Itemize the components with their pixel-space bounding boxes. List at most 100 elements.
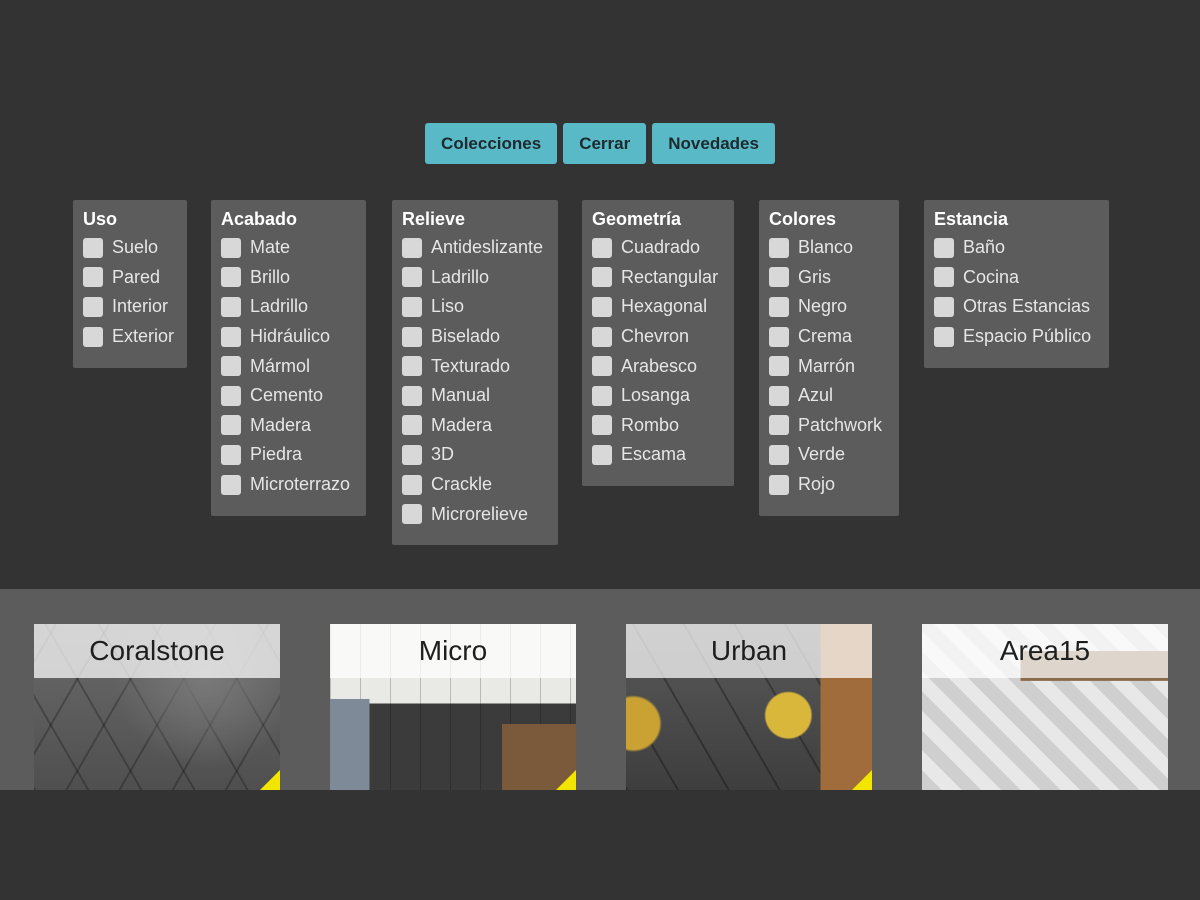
collection-card-coralstone[interactable]: Coralstone: [34, 624, 280, 790]
filter-option[interactable]: Rombo: [592, 411, 724, 441]
filter-option[interactable]: Rectangular: [592, 263, 724, 293]
checkbox[interactable]: [83, 296, 103, 317]
checkbox[interactable]: [592, 237, 612, 258]
filter-option[interactable]: Losanga: [592, 381, 724, 411]
collection-card-micro[interactable]: Micro: [330, 624, 576, 790]
checkbox[interactable]: [769, 474, 789, 495]
checkbox[interactable]: [769, 326, 789, 347]
checkbox[interactable]: [402, 474, 422, 495]
checkbox[interactable]: [934, 296, 954, 317]
filter-option[interactable]: Piedra: [221, 440, 356, 470]
checkbox[interactable]: [592, 267, 612, 288]
checkbox[interactable]: [592, 296, 612, 317]
filter-option[interactable]: Rojo: [769, 470, 889, 500]
checkbox[interactable]: [221, 415, 241, 436]
option-label: Marrón: [798, 355, 856, 376]
checkbox[interactable]: [592, 415, 612, 436]
filter-option[interactable]: Blanco: [769, 233, 889, 263]
filter-panel-uso: Uso Suelo Pared Interior Exterior: [73, 200, 187, 368]
filter-option[interactable]: Escama: [592, 440, 724, 470]
checkbox[interactable]: [83, 326, 103, 347]
checkbox[interactable]: [769, 356, 789, 377]
filter-option[interactable]: Patchwork: [769, 411, 889, 441]
filter-option-interior[interactable]: Interior: [83, 292, 177, 322]
filter-option[interactable]: Arabesco: [592, 351, 724, 381]
checkbox[interactable]: [221, 474, 241, 495]
filter-option[interactable]: 3D: [402, 440, 548, 470]
filter-option[interactable]: Madera: [221, 411, 356, 441]
filter-option[interactable]: Brillo: [221, 263, 356, 293]
checkbox[interactable]: [402, 326, 422, 347]
option-label: Cocina: [963, 266, 1020, 287]
filter-option-suelo[interactable]: Suelo: [83, 233, 177, 263]
cerrar-button[interactable]: Cerrar: [563, 123, 647, 164]
checkbox[interactable]: [221, 237, 241, 258]
filter-option[interactable]: Biselado: [402, 322, 548, 352]
novedades-button[interactable]: Novedades: [652, 123, 775, 164]
filter-option[interactable]: Hidráulico: [221, 322, 356, 352]
filter-option[interactable]: Microrelieve: [402, 499, 548, 529]
filter-option[interactable]: Madera: [402, 411, 548, 441]
filter-option[interactable]: Ladrillo: [221, 292, 356, 322]
filter-option[interactable]: Cemento: [221, 381, 356, 411]
filter-option[interactable]: Negro: [769, 292, 889, 322]
checkbox[interactable]: [83, 267, 103, 288]
checkbox[interactable]: [934, 267, 954, 288]
checkbox[interactable]: [402, 415, 422, 436]
checkbox[interactable]: [402, 267, 422, 288]
checkbox[interactable]: [592, 356, 612, 377]
filter-option[interactable]: Antideslizante: [402, 233, 548, 263]
collection-card-area15[interactable]: Area15: [922, 624, 1168, 790]
checkbox[interactable]: [402, 296, 422, 317]
filter-option[interactable]: Verde: [769, 440, 889, 470]
filter-option[interactable]: Manual: [402, 381, 548, 411]
checkbox[interactable]: [221, 267, 241, 288]
checkbox[interactable]: [769, 237, 789, 258]
checkbox[interactable]: [402, 385, 422, 406]
checkbox[interactable]: [402, 356, 422, 377]
filter-option[interactable]: Espacio Público: [934, 322, 1099, 352]
option-label: 3D: [431, 444, 455, 465]
checkbox[interactable]: [934, 237, 954, 258]
collection-card-urban[interactable]: Urban: [626, 624, 872, 790]
filter-option[interactable]: Gris: [769, 263, 889, 293]
filter-option[interactable]: Ladrillo: [402, 263, 548, 293]
colecciones-button[interactable]: Colecciones: [425, 123, 558, 164]
filter-option[interactable]: Mármol: [221, 351, 356, 381]
checkbox[interactable]: [934, 326, 954, 347]
filter-option-exterior[interactable]: Exterior: [83, 322, 177, 352]
filter-option-pared[interactable]: Pared: [83, 263, 177, 293]
filter-option[interactable]: Crackle: [402, 470, 548, 500]
checkbox[interactable]: [221, 444, 241, 465]
checkbox[interactable]: [769, 296, 789, 317]
checkbox[interactable]: [769, 267, 789, 288]
filter-option[interactable]: Azul: [769, 381, 889, 411]
filter-option[interactable]: Chevron: [592, 322, 724, 352]
filter-option[interactable]: Otras Estancias: [934, 292, 1099, 322]
filter-option[interactable]: Crema: [769, 322, 889, 352]
checkbox[interactable]: [592, 385, 612, 406]
filter-option[interactable]: Marrón: [769, 351, 889, 381]
filter-option[interactable]: Microterrazo: [221, 470, 356, 500]
checkbox[interactable]: [402, 237, 422, 258]
checkbox[interactable]: [83, 237, 103, 258]
checkbox[interactable]: [592, 326, 612, 347]
option-label: Cuadrado: [621, 237, 701, 258]
filter-option[interactable]: Cocina: [934, 263, 1099, 293]
filter-option[interactable]: Cuadrado: [592, 233, 724, 263]
checkbox[interactable]: [221, 356, 241, 377]
checkbox[interactable]: [769, 385, 789, 406]
checkbox[interactable]: [769, 415, 789, 436]
filter-option[interactable]: Texturado: [402, 351, 548, 381]
filter-option[interactable]: Baño: [934, 233, 1099, 263]
checkbox[interactable]: [221, 326, 241, 347]
filter-option[interactable]: Liso: [402, 292, 548, 322]
checkbox[interactable]: [769, 444, 789, 465]
filter-option[interactable]: Hexagonal: [592, 292, 724, 322]
checkbox[interactable]: [221, 296, 241, 317]
checkbox[interactable]: [592, 444, 612, 465]
checkbox[interactable]: [221, 385, 241, 406]
checkbox[interactable]: [402, 444, 422, 465]
checkbox[interactable]: [402, 504, 422, 525]
filter-option[interactable]: Mate: [221, 233, 356, 263]
